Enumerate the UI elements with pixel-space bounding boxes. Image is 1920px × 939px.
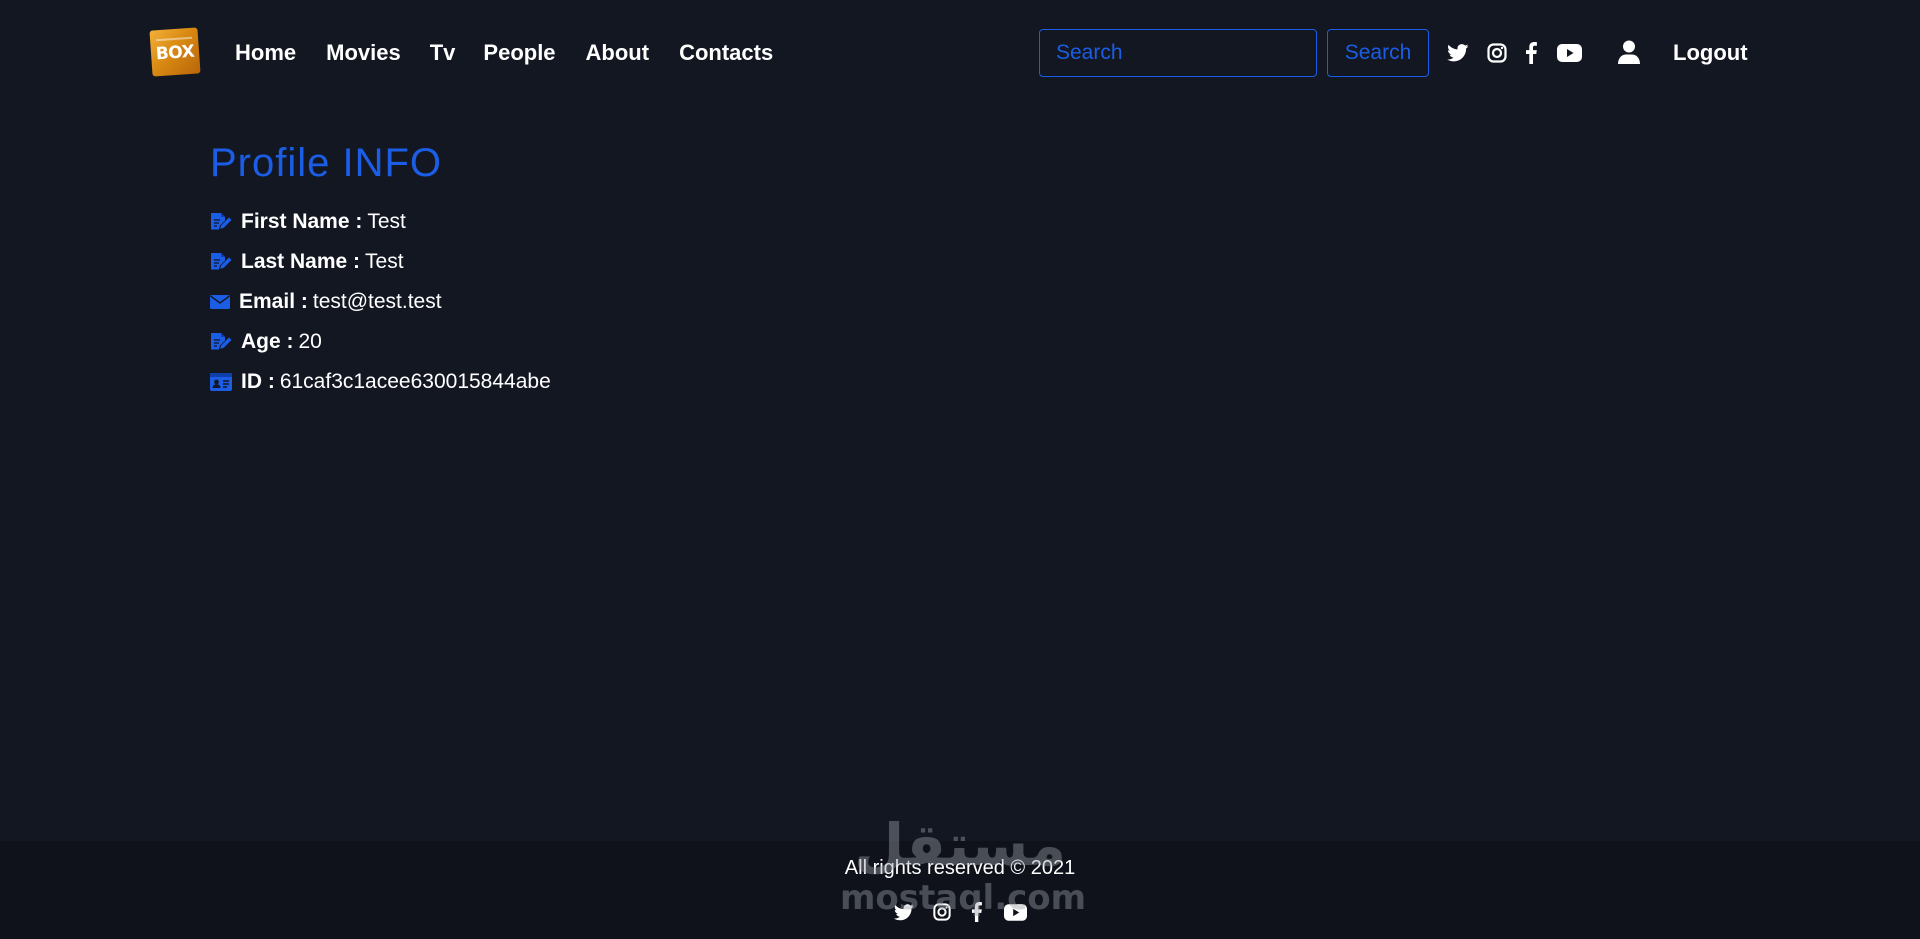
facebook-icon[interactable] — [1524, 40, 1538, 66]
envelope-icon — [210, 291, 230, 313]
nav-link-contacts[interactable]: Contacts — [679, 36, 773, 69]
twitter-icon[interactable] — [893, 901, 915, 923]
logo[interactable]: BOX — [149, 27, 201, 77]
twitter-icon[interactable] — [1446, 40, 1470, 66]
field-label: First Name : — [241, 210, 363, 233]
field-value: 20 — [298, 330, 322, 353]
footer: All rights reserved © 2021 — [0, 841, 1920, 939]
footer-social-icons — [0, 901, 1920, 923]
profile-field-first-name: First Name : Test — [210, 207, 406, 237]
nav-link-home[interactable]: Home — [235, 36, 296, 69]
page-title: Profile INFO — [210, 141, 443, 185]
field-label: Email : — [239, 290, 308, 313]
field-label: Age : — [241, 330, 294, 353]
edit-icon — [210, 211, 232, 233]
nav-links: Home Movies Tv People About Contacts — [235, 36, 773, 69]
user-icon[interactable] — [1618, 40, 1640, 64]
field-label: ID : — [241, 370, 275, 393]
search-input[interactable] — [1039, 29, 1317, 77]
field-value: Test — [365, 250, 404, 273]
field-label: Last Name : — [241, 250, 361, 273]
search-button[interactable]: Search — [1327, 29, 1429, 77]
field-value: test@test.test — [312, 290, 442, 313]
copyright-text: All rights reserved © 2021 — [844, 857, 1076, 879]
profile-field-last-name: Last Name : Test — [210, 247, 404, 277]
profile-field-email: Email : test@test.test — [210, 287, 442, 317]
edit-icon — [210, 251, 232, 273]
field-value: 61caf3c1acee630015844abe — [279, 370, 551, 393]
nav-link-people[interactable]: People — [483, 36, 555, 69]
edit-icon — [210, 331, 232, 353]
nav-link-tv[interactable]: Tv — [430, 36, 456, 69]
id-card-icon — [210, 371, 232, 393]
youtube-icon[interactable] — [1556, 40, 1582, 66]
youtube-icon[interactable] — [1003, 901, 1027, 923]
profile-field-age: Age : 20 — [210, 327, 322, 357]
nav-link-movies[interactable]: Movies — [326, 36, 401, 69]
instagram-icon[interactable] — [1486, 40, 1508, 66]
logout-link[interactable]: Logout — [1673, 36, 1748, 69]
navbar: BOX Home Movies Tv People About Contacts… — [0, 0, 1920, 104]
logo-text: BOX — [155, 41, 195, 65]
instagram-icon[interactable] — [932, 901, 952, 923]
nav-link-about[interactable]: About — [586, 36, 650, 69]
field-value: Test — [367, 210, 406, 233]
facebook-icon[interactable] — [970, 901, 982, 923]
profile-field-id: ID : 61caf3c1acee630015844abe — [210, 367, 551, 397]
